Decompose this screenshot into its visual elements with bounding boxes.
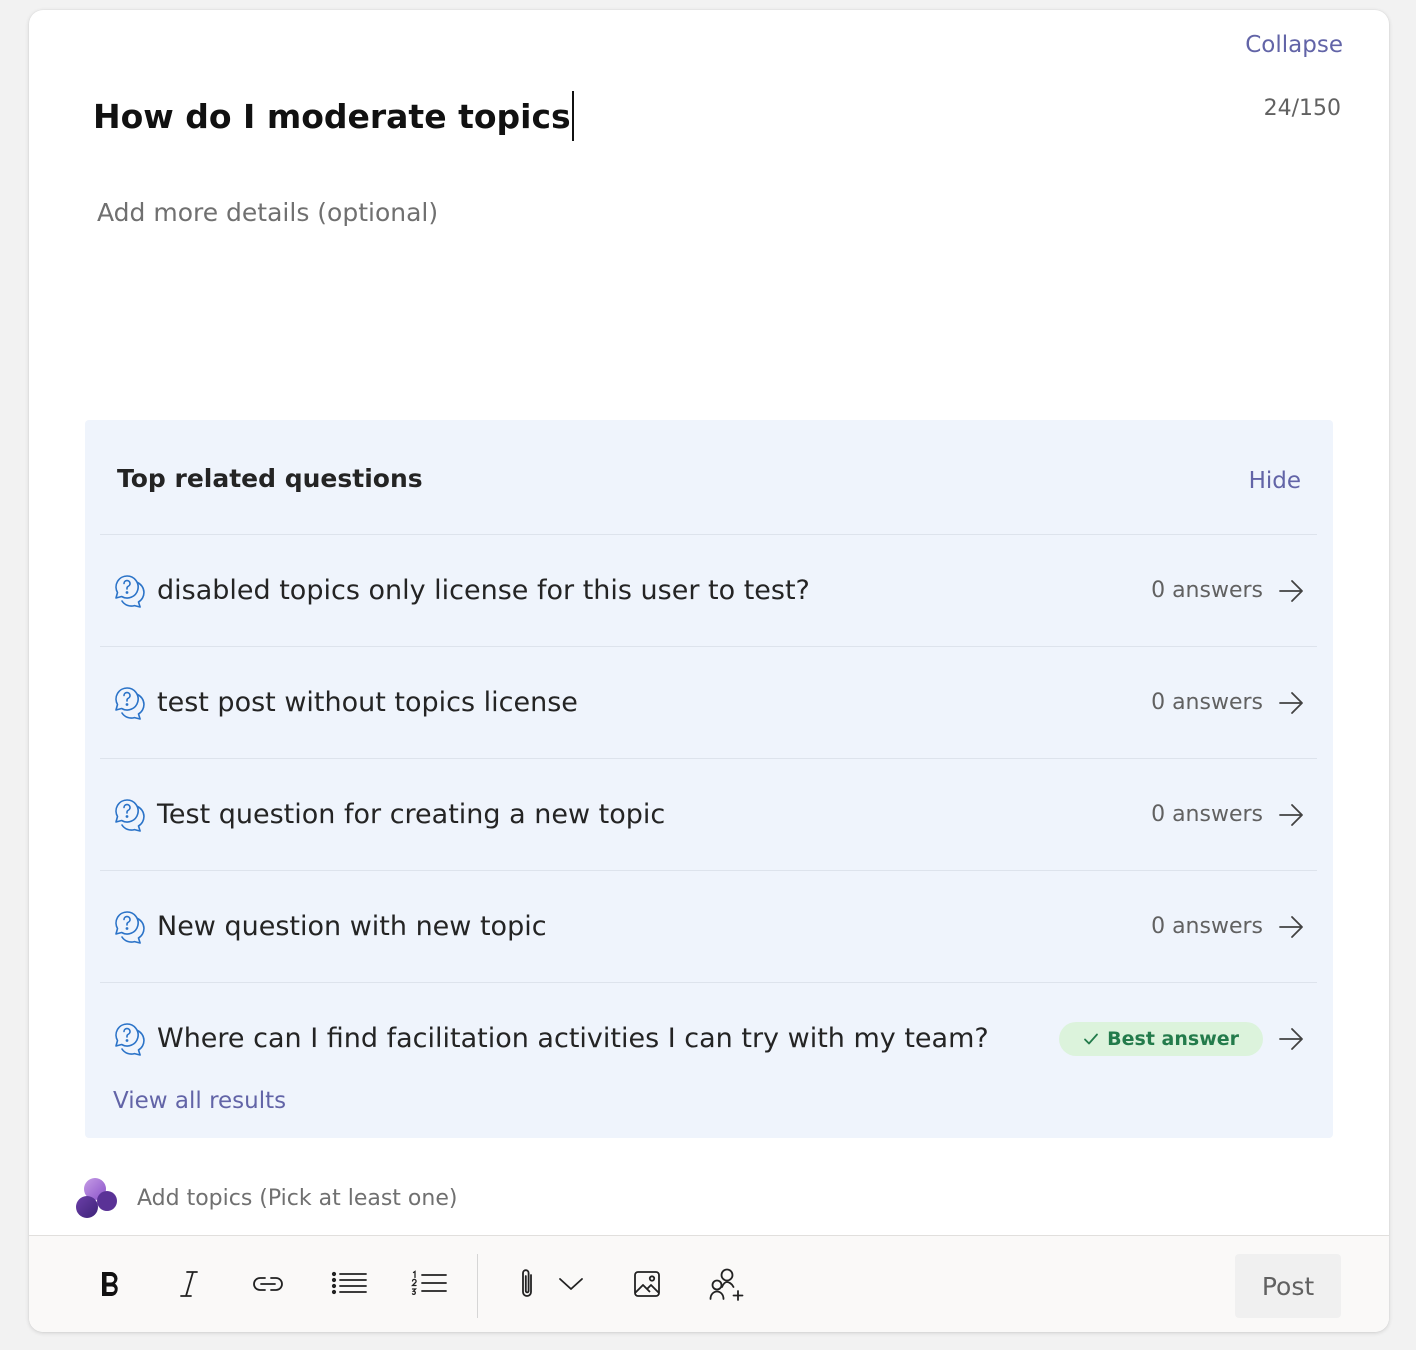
question-title: Where can I find facilitation activities… (157, 1023, 989, 1054)
formatting-toolbar: Post (29, 1235, 1389, 1332)
bold-icon (102, 1272, 118, 1296)
toolbar-divider (477, 1254, 478, 1318)
attach-icon (522, 1269, 532, 1297)
link-icon (253, 1277, 283, 1291)
question-title: test post without topics license (157, 687, 578, 718)
related-question-item[interactable]: disabled topics only license for this us… (100, 534, 1317, 646)
character-counter: 24/150 (1263, 96, 1341, 121)
arrow-right-icon (1279, 915, 1303, 938)
text-cursor (571, 91, 574, 141)
arrow-right-icon (1279, 579, 1303, 602)
best-answer-badge: Best answer (1059, 1021, 1263, 1056)
topics-picker[interactable]: Add topics (Pick at least one) (75, 1176, 457, 1220)
related-question-item[interactable]: Test question for creating a new topic 0… (100, 758, 1317, 870)
italic-button[interactable] (169, 1264, 209, 1304)
topics-icon (76, 1178, 117, 1218)
link-button[interactable] (248, 1264, 288, 1304)
attach-options-dropdown[interactable] (551, 1264, 591, 1304)
title-input[interactable]: How do I moderate topics (93, 88, 574, 144)
collapse-link[interactable]: Collapse (1245, 32, 1343, 58)
post-button[interactable]: Post (1235, 1254, 1341, 1318)
checkmark-icon (1084, 1033, 1099, 1044)
attach-button[interactable] (507, 1264, 547, 1304)
related-questions-heading: Top related questions (117, 464, 423, 493)
question-bubble-icon (115, 910, 145, 944)
mention-icon (709, 1268, 744, 1301)
question-title: Test question for creating a new topic (157, 799, 666, 830)
mention-button[interactable] (707, 1264, 747, 1304)
italic-icon (180, 1271, 198, 1297)
bold-button[interactable] (90, 1264, 130, 1304)
question-title: disabled topics only license for this us… (157, 575, 810, 606)
related-questions-panel: Top related questions Hide disabled topi… (85, 420, 1333, 1138)
related-question-item[interactable]: test post without topics license 0 answe… (100, 646, 1317, 758)
numbered-list-icon (411, 1270, 447, 1295)
answer-count: 0 answers (1151, 578, 1263, 603)
answer-count: 0 answers (1151, 914, 1263, 939)
question-bubble-icon (115, 1022, 145, 1056)
image-button[interactable] (627, 1264, 667, 1304)
related-question-item[interactable]: New question with new topic 0 answers (100, 870, 1317, 982)
chevron-down-icon (559, 1278, 583, 1290)
arrow-right-icon (1279, 691, 1303, 714)
related-questions-list: disabled topics only license for this us… (100, 534, 1317, 1094)
image-icon (634, 1271, 660, 1297)
hide-link[interactable]: Hide (1249, 468, 1301, 494)
bullet-list-button[interactable] (329, 1264, 369, 1304)
view-all-results-link[interactable]: View all results (113, 1088, 286, 1114)
best-answer-label: Best answer (1107, 1027, 1239, 1050)
arrow-right-icon (1279, 803, 1303, 826)
arrow-right-icon (1279, 1027, 1303, 1050)
answer-count: 0 answers (1151, 802, 1263, 827)
answer-count: 0 answers (1151, 690, 1263, 715)
numbered-list-button[interactable] (409, 1264, 449, 1304)
topics-placeholder: Add topics (Pick at least one) (137, 1185, 458, 1211)
question-bubble-icon (115, 798, 145, 832)
related-question-item[interactable]: Where can I find facilitation activities… (100, 982, 1317, 1094)
compose-card: Collapse How do I moderate topics 24/150… (29, 10, 1389, 1332)
question-bubble-icon (115, 686, 145, 720)
question-bubble-icon (115, 574, 145, 608)
bullet-list-icon (331, 1271, 367, 1295)
details-input[interactable]: Add more details (optional) (97, 198, 1197, 227)
question-title: New question with new topic (157, 911, 547, 942)
title-text: How do I moderate topics (93, 96, 571, 136)
